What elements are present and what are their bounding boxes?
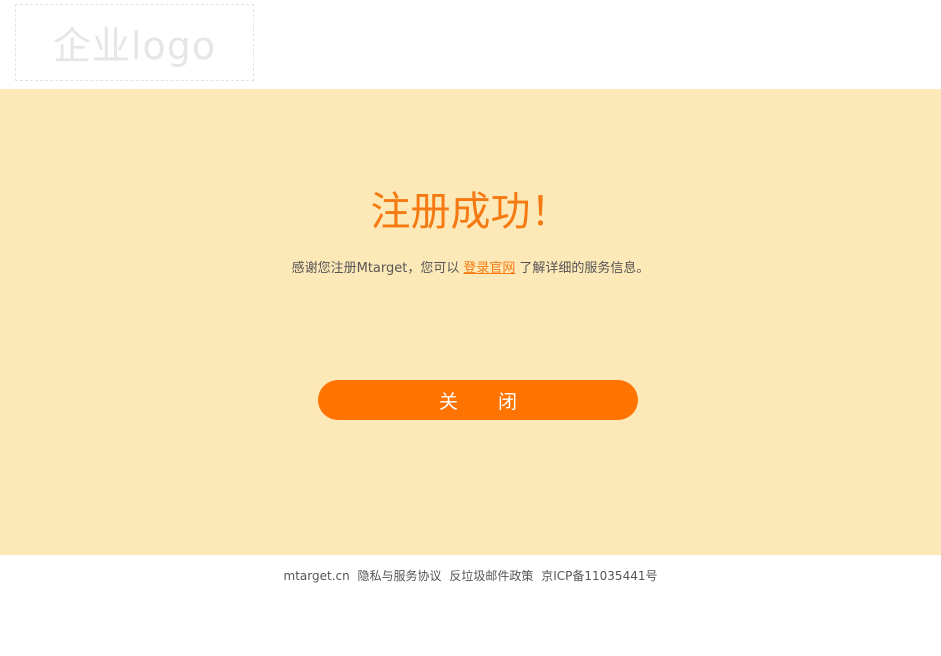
close-button[interactable]: 关闭 [318, 380, 638, 420]
company-logo: 企业logo [15, 4, 254, 81]
success-panel: 注册成功！ 感谢您注册Mtarget，您可以 登录官网 了解详细的服务信息。 关闭 [0, 89, 941, 555]
login-site-link[interactable]: 登录官网 [463, 261, 515, 276]
footer: mtarget.cn 隐私与服务协议 反垃圾邮件政策 京ICP备11035441… [0, 555, 941, 656]
success-message: 感谢您注册Mtarget，您可以 登录官网 了解详细的服务信息。 [0, 259, 941, 279]
message-text-before: 感谢您注册Mtarget，您可以 [291, 261, 460, 276]
footer-site[interactable]: mtarget.cn [284, 569, 350, 583]
logo-text: 企业logo [52, 24, 217, 68]
page-title: 注册成功！ [370, 189, 571, 235]
message-text-after: 了解详细的服务信息。 [519, 261, 650, 276]
footer-privacy-link[interactable]: 隐私与服务协议 [358, 569, 442, 583]
header: 企业logo [0, 0, 941, 89]
footer-links: mtarget.cn 隐私与服务协议 反垃圾邮件政策 京ICP备11035441… [0, 567, 941, 584]
footer-anti-spam-link[interactable]: 反垃圾邮件政策 [449, 569, 533, 583]
footer-icp[interactable]: 京ICP备11035441号 [541, 569, 657, 583]
